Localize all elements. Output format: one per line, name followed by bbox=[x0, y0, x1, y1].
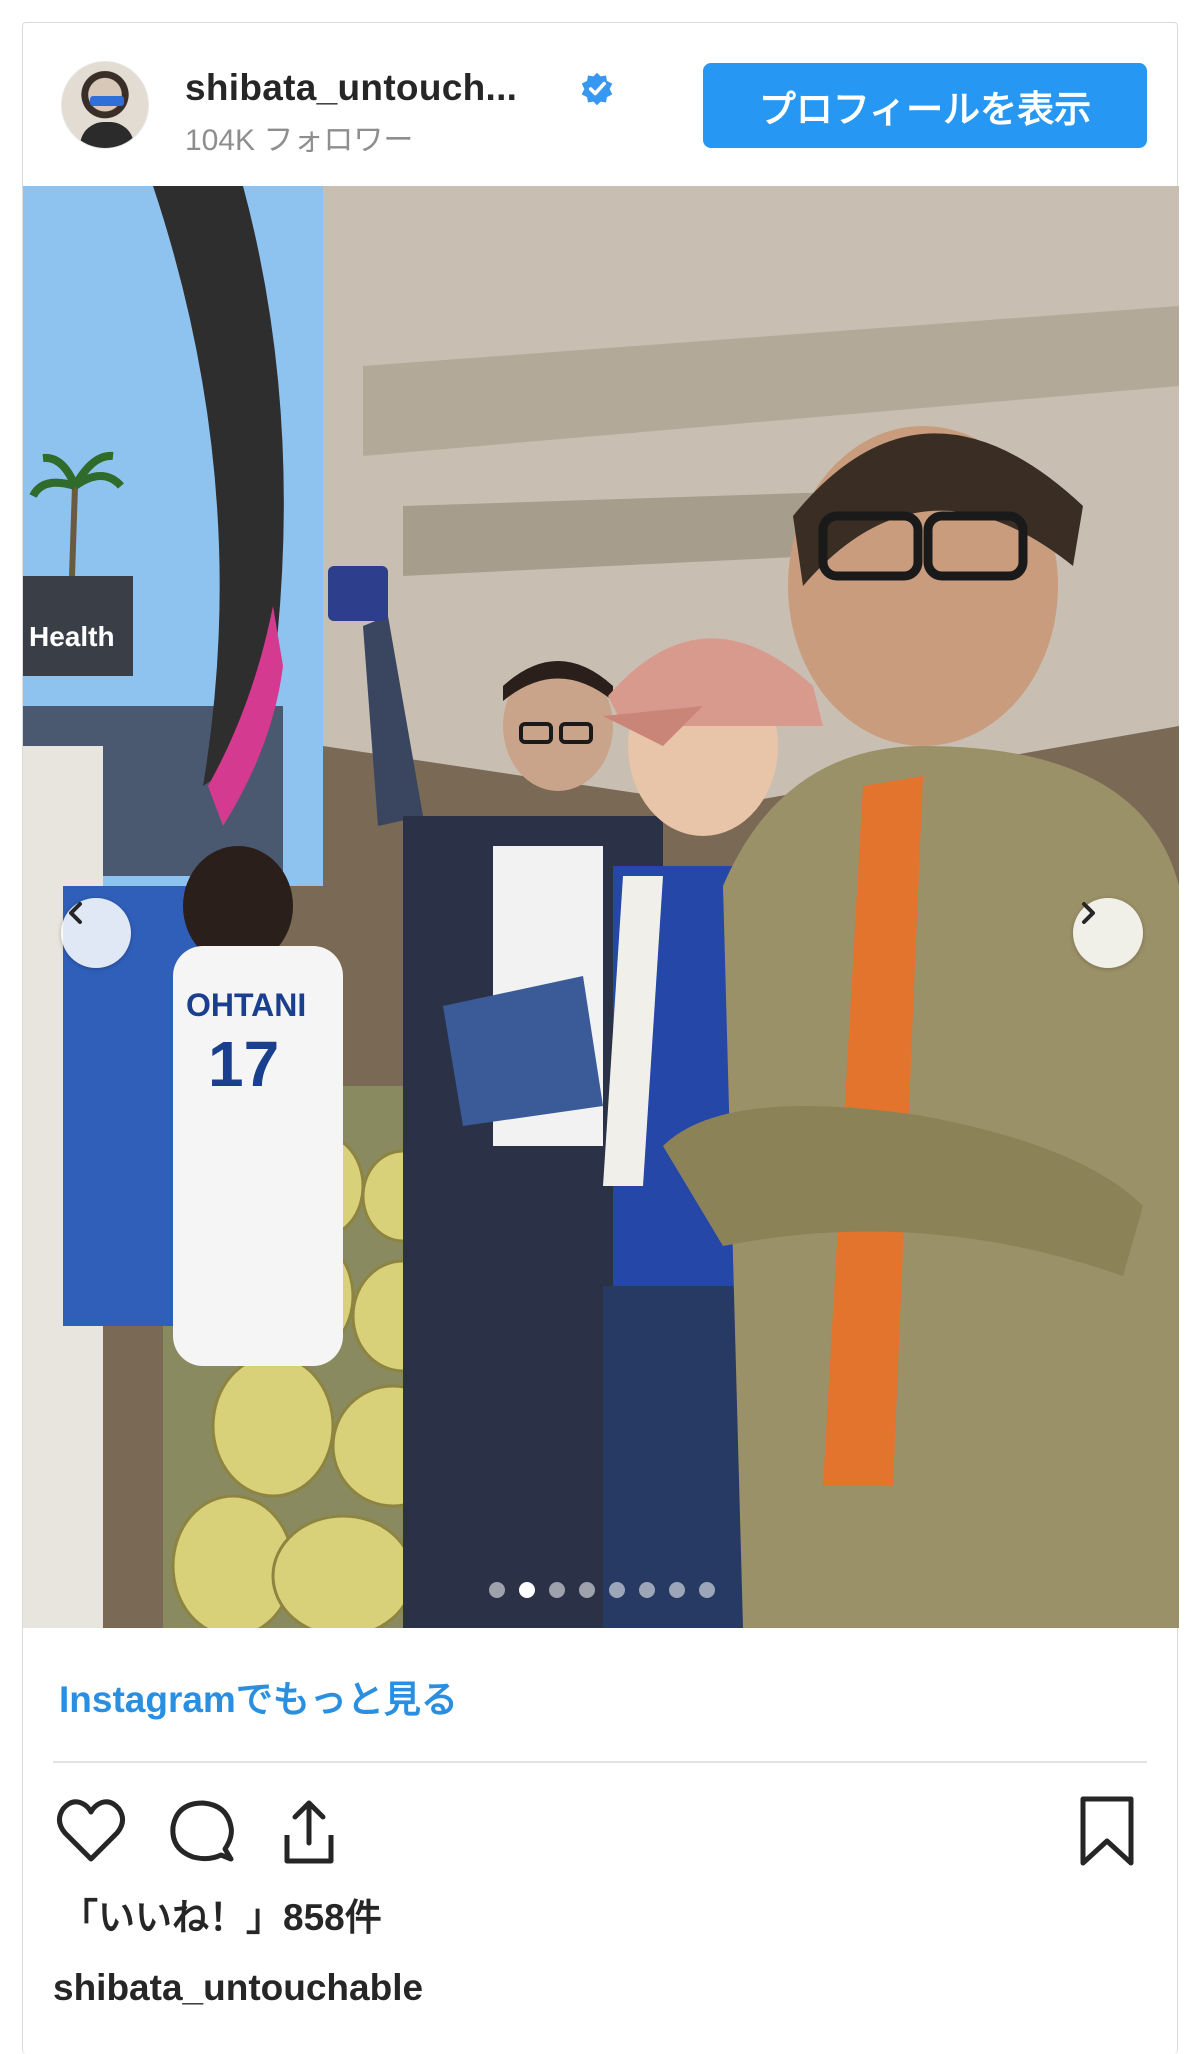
avatar[interactable] bbox=[61, 61, 149, 149]
jersey-number: 17 bbox=[208, 1028, 279, 1100]
more-on-instagram-link[interactable]: Instagramでもっと見る bbox=[59, 1669, 458, 1723]
comment-bubble-icon[interactable] bbox=[161, 1791, 241, 1871]
carousel-dot bbox=[699, 1582, 715, 1598]
carousel-dot bbox=[669, 1582, 685, 1598]
caption-username[interactable]: shibata_untouchable bbox=[53, 1967, 423, 2009]
follower-count: 104K フォロワー bbox=[185, 124, 414, 157]
carousel-next-button[interactable] bbox=[1073, 898, 1143, 968]
avatar-glasses bbox=[90, 96, 124, 106]
carousel-dot bbox=[489, 1582, 505, 1598]
chevron-left-icon bbox=[69, 902, 82, 924]
carousel-dot bbox=[549, 1582, 565, 1598]
jersey-name: OHTANI bbox=[186, 987, 306, 1023]
view-profile-button[interactable]: プロフィールを表示 bbox=[703, 63, 1147, 148]
post-photo[interactable]: Health OHTANI 17 bbox=[23, 186, 1179, 1628]
carousel-dot bbox=[639, 1582, 655, 1598]
carousel-prev-button[interactable] bbox=[61, 898, 131, 968]
verified-badge-icon bbox=[581, 72, 613, 106]
carousel-dot bbox=[609, 1582, 625, 1598]
stadium-photo-illustration: Health OHTANI 17 bbox=[23, 186, 1179, 1628]
carousel-dot bbox=[579, 1582, 595, 1598]
share-upload-icon[interactable] bbox=[269, 1791, 349, 1871]
carousel-indicator bbox=[489, 1580, 715, 1600]
carousel-dot bbox=[519, 1582, 535, 1598]
bookmark-icon[interactable] bbox=[1067, 1791, 1147, 1871]
like-count[interactable]: 「いいね！」858件 bbox=[61, 1887, 382, 1941]
sign-text: Health bbox=[29, 621, 115, 652]
post-header: shibata_untouch... 104K フォロワー プロフィールを表示 bbox=[23, 23, 1179, 185]
instagram-embed-card: shibata_untouch... 104K フォロワー プロフィールを表示 … bbox=[22, 22, 1179, 2054]
heart-icon[interactable] bbox=[51, 1791, 131, 1871]
username[interactable]: shibata_untouch... bbox=[185, 67, 517, 109]
avatar-figure bbox=[80, 122, 134, 148]
divider bbox=[53, 1761, 1147, 1763]
chevron-right-icon bbox=[1082, 902, 1095, 924]
